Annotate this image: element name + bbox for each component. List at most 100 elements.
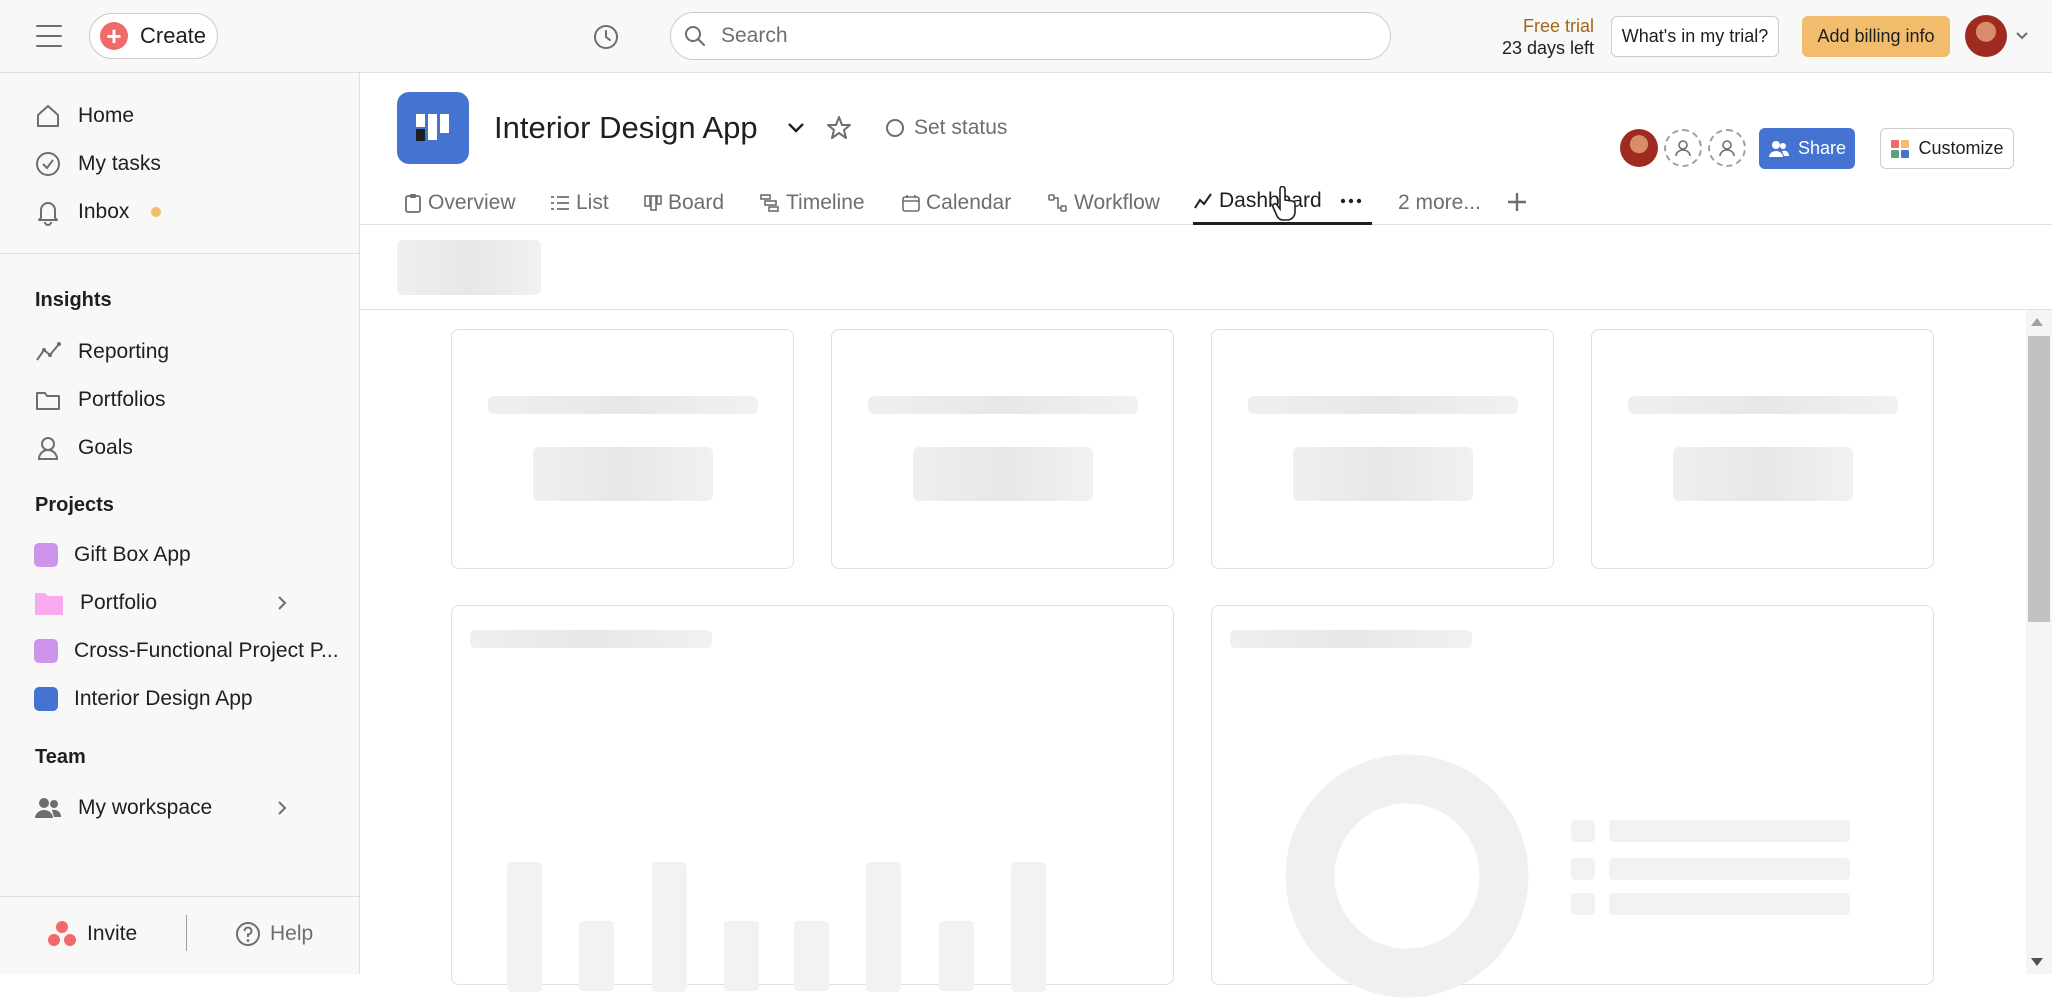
sidebar-item-portfolios[interactable]: Portfolios: [34, 380, 166, 420]
tab-label: Calendar: [926, 190, 1012, 214]
sidebar-item-label: My workspace: [78, 796, 213, 819]
list-icon: [551, 195, 569, 210]
placeholder-legend-swatch: [1571, 858, 1595, 880]
create-label: Create: [140, 23, 207, 48]
chevron-right-icon[interactable]: [274, 595, 290, 611]
add-tab-icon[interactable]: [1506, 191, 1528, 213]
loading-placeholder: [470, 630, 712, 648]
reporting-icon: [36, 342, 61, 361]
trial-label: Free trial: [1522, 16, 1594, 36]
sidebar-project-interior-design-app[interactable]: Interior Design App: [34, 679, 253, 719]
sidebar-project-portfolio[interactable]: Portfolio: [34, 583, 324, 623]
sidebar: Home My tasks Inbox Insights Reporting P…: [0, 73, 360, 974]
people-icon: [1768, 140, 1789, 157]
add-billing-button[interactable]: Add billing info: [1802, 16, 1950, 57]
tab-label: List: [576, 190, 609, 214]
sidebar-item-label: Portfolios: [78, 388, 166, 411]
sidebar-item-my-workspace[interactable]: My workspace: [34, 788, 324, 828]
customize-label: Customize: [1918, 138, 2004, 158]
tab-timeline[interactable]: Timeline: [760, 180, 865, 225]
folder-icon: [35, 593, 63, 615]
board-icon: [644, 194, 662, 211]
folder-icon: [36, 392, 60, 410]
sidebar-item-label: My tasks: [78, 152, 161, 175]
sidebar-item-inbox[interactable]: Inbox: [34, 192, 162, 232]
loading-placeholder: [397, 240, 541, 295]
help-button[interactable]: Help: [234, 920, 313, 948]
sidebar-item-label: Interior Design App: [74, 687, 253, 710]
scrollbar-thumb[interactable]: [2028, 336, 2050, 622]
sidebar-project-gift-box-app[interactable]: Gift Box App: [34, 535, 191, 575]
star-icon[interactable]: [825, 114, 853, 142]
sidebar-project-cross-functional[interactable]: Cross-Functional Project P...: [34, 631, 339, 671]
chevron-down-icon[interactable]: [785, 117, 807, 139]
menu-icon[interactable]: [36, 25, 62, 47]
placeholder-legend-label: [1609, 893, 1850, 915]
board-icon: [416, 114, 449, 141]
scroll-up-arrow[interactable]: [2031, 318, 2043, 326]
tab-label: Timeline: [786, 190, 865, 214]
person-icon: [1675, 140, 1691, 157]
set-status-button[interactable]: Set status: [886, 116, 1007, 140]
tab-label: Dashboard: [1219, 189, 1322, 212]
tab-label: Workflow: [1074, 190, 1160, 214]
invite-button[interactable]: Invite: [47, 920, 137, 948]
metric-card: [831, 329, 1174, 569]
loading-placeholder: [1628, 396, 1898, 414]
loading-placeholder: [913, 447, 1093, 501]
tab-list[interactable]: List: [550, 180, 609, 225]
sidebar-item-reporting[interactable]: Reporting: [34, 332, 169, 372]
share-label: Share: [1797, 138, 1847, 158]
more-icon[interactable]: [1336, 196, 1366, 206]
tab-more[interactable]: 2 more...: [1398, 180, 1481, 225]
placeholder-bar: [866, 862, 901, 992]
project-icon[interactable]: [397, 92, 469, 164]
workflow-icon: [1048, 193, 1067, 212]
placeholder-legend-label: [1609, 858, 1850, 880]
search-input[interactable]: [721, 24, 1321, 48]
tab-workflow[interactable]: Workflow: [1048, 180, 1160, 225]
customize-button[interactable]: Customize: [1880, 128, 2014, 169]
tab-board[interactable]: Board: [644, 180, 724, 225]
project-members[interactable]: [1620, 129, 1746, 167]
placeholder-bar: [507, 862, 542, 992]
metric-card: [1211, 329, 1554, 569]
sidebar-item-label: Portfolio: [80, 591, 158, 614]
create-button[interactable]: + Create: [89, 13, 218, 59]
whats-in-trial-button[interactable]: What's in my trial?: [1611, 16, 1779, 57]
placeholder-legend-label: [1609, 820, 1850, 842]
sidebar-item-label: Gift Box App: [74, 543, 191, 566]
scroll-down-arrow[interactable]: [2031, 958, 2043, 966]
placeholder-bar: [579, 921, 614, 991]
sidebar-item-label: Goals: [78, 436, 133, 459]
placeholder-legend-swatch: [1571, 820, 1595, 842]
user-avatar[interactable]: [1965, 15, 2007, 57]
search-bar[interactable]: [670, 12, 1391, 60]
history-icon[interactable]: [592, 23, 620, 51]
set-status-label: Set status: [914, 116, 1008, 139]
share-button[interactable]: Share: [1759, 128, 1855, 169]
customize-icon: [1891, 139, 1910, 158]
sidebar-item-home[interactable]: Home: [34, 96, 134, 136]
sidebar-item-my-tasks[interactable]: My tasks: [34, 144, 161, 184]
metric-card: [451, 329, 794, 569]
chevron-down-icon[interactable]: [2013, 27, 2031, 45]
project-tabs: Overview List Board Timeline Calendar Wo…: [360, 180, 2052, 225]
project-title[interactable]: Interior Design App: [494, 110, 758, 146]
plus-icon: +: [100, 22, 128, 50]
team-heading: Team: [35, 746, 86, 768]
sidebar-item-goals[interactable]: Goals: [34, 428, 133, 468]
tab-label: Overview: [428, 190, 516, 214]
unread-dot: [151, 207, 162, 217]
loading-placeholder: [533, 447, 713, 501]
placeholder-bar: [652, 862, 687, 992]
add-member-avatar[interactable]: [1664, 129, 1702, 167]
tab-calendar[interactable]: Calendar: [902, 180, 1011, 225]
search-icon: [685, 26, 705, 46]
loading-placeholder: [488, 396, 758, 414]
member-avatar[interactable]: [1620, 129, 1658, 167]
add-member-avatar[interactable]: [1708, 129, 1746, 167]
chevron-right-icon[interactable]: [274, 800, 290, 816]
loading-placeholder: [1293, 447, 1473, 501]
tab-overview[interactable]: Overview: [404, 180, 516, 225]
